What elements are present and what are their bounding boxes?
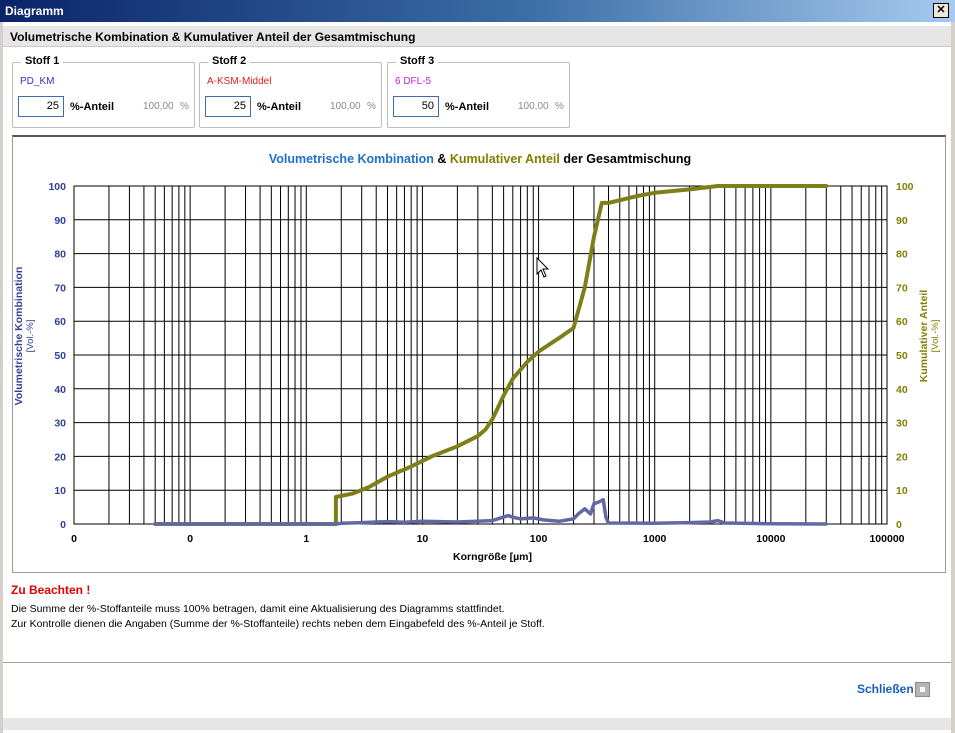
- footer-divider: [3, 662, 951, 663]
- anteil-label: %-Anteil: [70, 101, 114, 113]
- y-tick-label-right: 100: [896, 181, 914, 193]
- y-tick-label-left: 90: [54, 215, 66, 227]
- anteil-percent-sign: %: [180, 101, 189, 112]
- anteil-percent-sign: %: [555, 101, 564, 112]
- y-tick-label-left: 60: [54, 316, 66, 328]
- window-title: Diagramm: [5, 4, 64, 18]
- anteil-input[interactable]: 25: [205, 96, 251, 117]
- stoff-name: 6 DFL-5: [395, 76, 432, 87]
- x-tick-label: 0: [71, 533, 77, 545]
- y-tick-label-left: 80: [54, 249, 66, 261]
- close-icon[interactable]: ✕: [933, 3, 949, 18]
- chart-plot: 0102030405060708090100010203040506070809…: [48, 181, 914, 563]
- y-tick-label-left: 50: [54, 350, 66, 362]
- y-tick-label-left: 70: [54, 282, 66, 294]
- y-tick-label-right: 0: [896, 519, 902, 531]
- notes-line-1: Die Summe der %-Stoffanteile muss 100% b…: [11, 603, 505, 615]
- window-border-left: [0, 22, 3, 733]
- page-title: Volumetrische Kombination & Kumulativer …: [10, 30, 416, 44]
- anteil-percent-sign: %: [367, 101, 376, 112]
- window-titlebar: Diagramm ✕: [0, 0, 955, 22]
- x-tick-label: 1000: [643, 533, 667, 545]
- x-tick-label: 0: [187, 533, 193, 545]
- header-bar: Volumetrische Kombination & Kumulativer …: [3, 26, 951, 47]
- window-border-right: [951, 22, 955, 733]
- y-tick-label-right: 90: [896, 215, 908, 227]
- anteil-label: %-Anteil: [445, 101, 489, 113]
- anteil-label: %-Anteil: [257, 101, 301, 113]
- notes-line-2: Zur Kontrolle dienen die Angaben (Summe …: [11, 618, 545, 630]
- y-tick-label-right: 20: [896, 451, 908, 463]
- close-button[interactable]: Schließen: [857, 682, 914, 696]
- stoff-group-1: Stoff 1 PD_KM 25 %-Anteil 100,00 %: [12, 55, 195, 128]
- anteil-sum: 100,00: [518, 101, 549, 112]
- y-tick-label-right: 40: [896, 384, 908, 396]
- notes-title: Zu Beachten !: [11, 583, 91, 597]
- y-tick-label-right: 70: [896, 282, 908, 294]
- bottom-bar: [3, 718, 951, 730]
- y-tick-label-left: 100: [48, 181, 66, 193]
- x-tick-label: 1: [303, 533, 309, 545]
- y-tick-label-left: 30: [54, 418, 66, 430]
- x-tick-label: 100000: [869, 533, 904, 545]
- chart-panel: Volumetrische Kombination & Kumulativer …: [12, 135, 946, 573]
- anteil-input[interactable]: 25: [18, 96, 64, 117]
- anteil-sum: 100,00: [143, 101, 174, 112]
- stoff-legend: Stoff 3: [396, 55, 439, 67]
- y-tick-label-left: 10: [54, 485, 66, 497]
- y-tick-label-right: 50: [896, 350, 908, 362]
- stoff-name: A-KSM-Middel: [207, 76, 272, 87]
- x-axis-title: Korngröße [µm]: [453, 551, 532, 563]
- stoff-group-2: Stoff 2 A-KSM-Middel 25 %-Anteil 100,00 …: [199, 55, 382, 128]
- x-tick-label: 100: [530, 533, 548, 545]
- y-tick-label-right: 10: [896, 485, 908, 497]
- y-tick-label-right: 60: [896, 316, 908, 328]
- anteil-input[interactable]: 50: [393, 96, 439, 117]
- anteil-sum: 100,00: [330, 101, 361, 112]
- y-tick-label-left: 20: [54, 451, 66, 463]
- stoff-name: PD_KM: [20, 76, 55, 87]
- x-tick-label: 10: [417, 533, 429, 545]
- stoff-legend: Stoff 2: [208, 55, 251, 67]
- stoff-legend: Stoff 1: [21, 55, 64, 67]
- y-tick-label-left: 0: [60, 519, 66, 531]
- x-tick-label: 10000: [756, 533, 785, 545]
- y-tick-label-left: 40: [54, 384, 66, 396]
- stoff-group-3: Stoff 3 6 DFL-5 50 %-Anteil 100,00 %: [387, 55, 570, 128]
- close-square-icon[interactable]: [915, 682, 930, 697]
- y-tick-label-right: 30: [896, 418, 908, 430]
- y-tick-label-right: 80: [896, 249, 908, 261]
